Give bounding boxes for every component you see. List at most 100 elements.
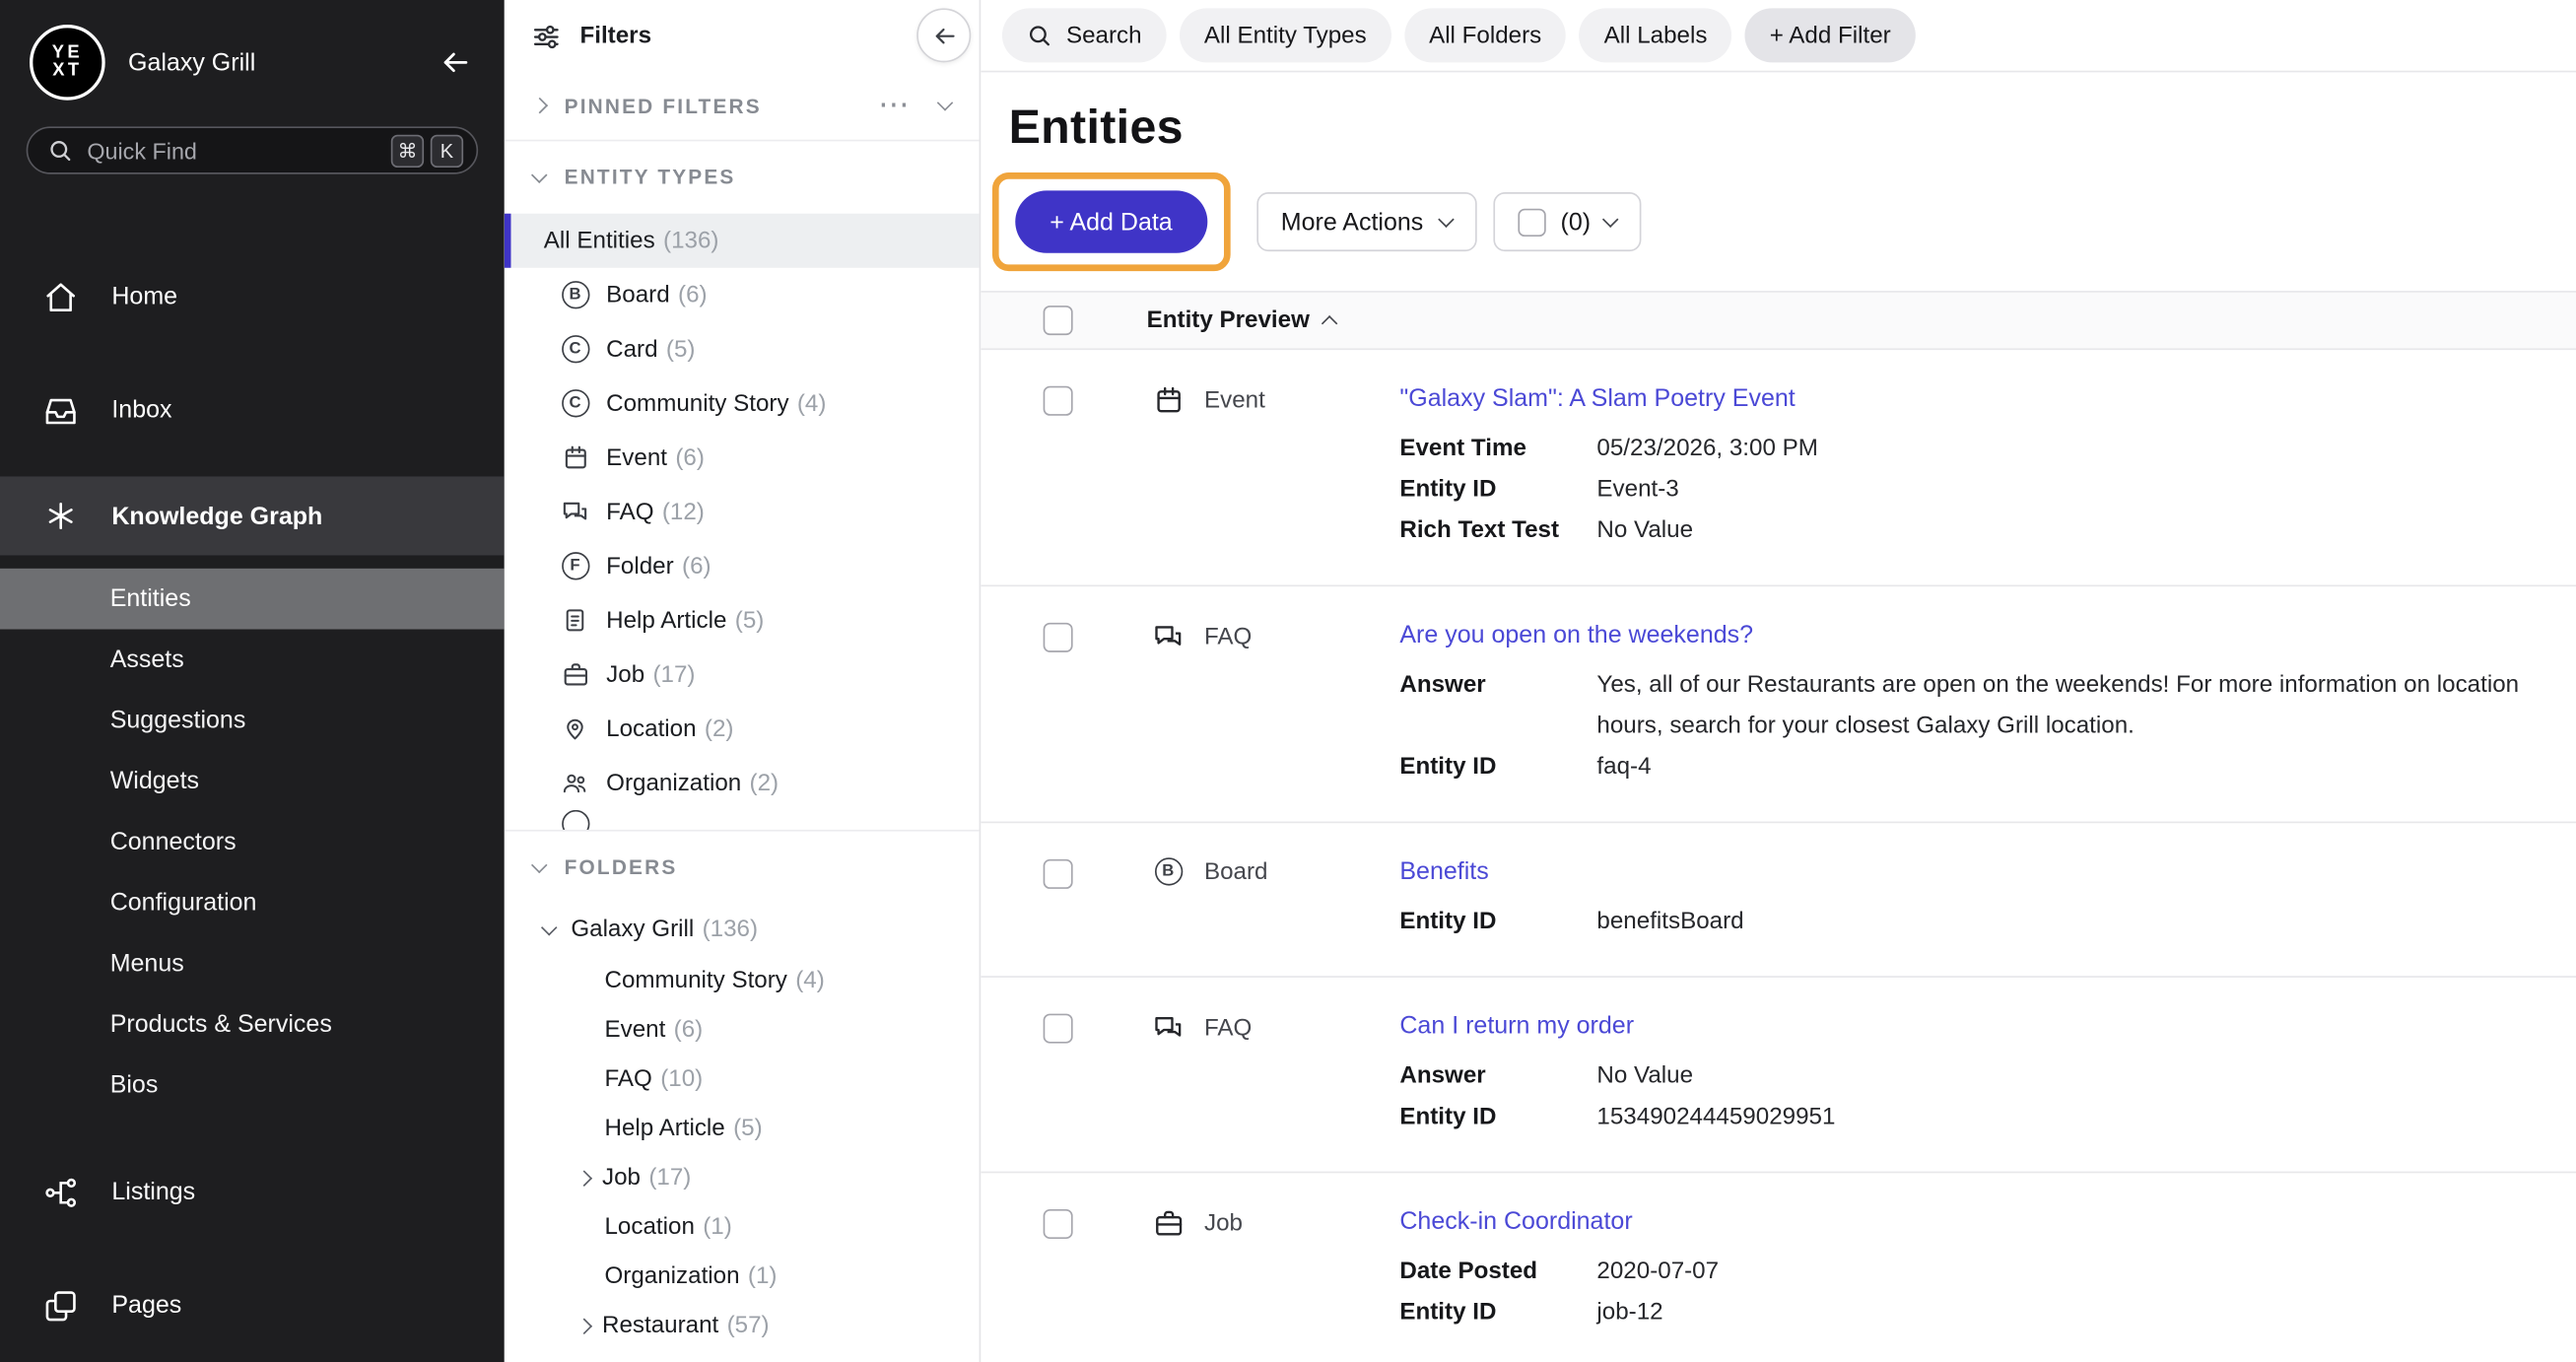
entity-type-card[interactable]: C Card (5) (505, 322, 980, 376)
pages-icon (41, 1286, 81, 1326)
row-checkbox[interactable] (1044, 859, 1073, 889)
sidebar-item-connectors[interactable]: Connectors (0, 812, 505, 873)
entity-type-folder[interactable]: F Folder (6) (505, 539, 980, 593)
yext-logo: YE XT (30, 25, 105, 101)
knowledge-graph-subnav: Entities Assets Suggestions Widgets Conn… (0, 569, 505, 1116)
faq-icon (1152, 621, 1185, 653)
table-header-row: Entity Preview (981, 291, 2576, 350)
entity-type-board[interactable]: B Board (6) (505, 268, 980, 322)
sidebar-item-widgets[interactable]: Widgets (0, 751, 505, 812)
entity-link[interactable]: Benefits (1399, 856, 1488, 889)
entity-type-cell: Event (1152, 384, 1400, 416)
folder-restaurant[interactable]: Restaurant (57) (505, 1301, 980, 1350)
actions-row: + Add Data More Actions (0) (1009, 172, 2576, 271)
entity-types-list: All Entities (136) B Board (6) C Card (5… (505, 214, 980, 830)
filter-pill-folders[interactable]: All Folders (1404, 8, 1566, 62)
folder-community-story[interactable]: Community Story (4) (505, 956, 980, 1005)
entity-link[interactable]: Can I return my order (1399, 1010, 1634, 1043)
chevron-down-icon[interactable] (937, 96, 952, 110)
chevron-down-icon (1603, 211, 1618, 226)
folder-faq[interactable]: FAQ (10) (505, 1055, 980, 1104)
chevron-up-icon (1322, 316, 1337, 331)
briefcase-icon (1152, 1207, 1185, 1239)
folder-icon: F (560, 552, 589, 579)
k-key-icon: K (431, 134, 463, 167)
add-data-button[interactable]: + Add Data (1015, 190, 1206, 252)
folder-location[interactable]: Location (1) (505, 1202, 980, 1252)
sidebar-item-products-services[interactable]: Products & Services (0, 994, 505, 1056)
entity-type-help-article[interactable]: Help Article (5) (505, 593, 980, 647)
arrow-left-icon (930, 23, 957, 49)
entity-type-community-story[interactable]: C Community Story (4) (505, 376, 980, 431)
entity-type-job[interactable]: Job (17) (505, 647, 980, 702)
sidebar-item-assets[interactable]: Assets (0, 629, 505, 690)
sidebar-header: YE XT Galaxy Grill (0, 0, 505, 101)
selection-count-button[interactable]: (0) (1493, 192, 1641, 251)
sidebar-item-knowledge-graph[interactable]: Knowledge Graph (0, 477, 505, 556)
chevron-down-icon (532, 856, 547, 871)
select-all-checkbox[interactable] (1518, 208, 1545, 236)
folder-organization[interactable]: Organization (1) (505, 1252, 980, 1301)
entity-link[interactable]: Are you open on the weekends? (1399, 619, 1753, 651)
briefcase-icon (560, 660, 589, 688)
entity-row: Job Check-in Coordinator Date Posted2020… (981, 1173, 2576, 1362)
app-window: YE XT Galaxy Grill ⌘ K Home (0, 0, 2576, 1362)
pinned-filters-section[interactable]: PINNED FILTERS ⋯ (505, 72, 980, 141)
calendar-icon (1152, 384, 1185, 416)
row-checkbox[interactable] (1044, 386, 1073, 416)
search-icon (47, 138, 72, 163)
header-checkbox[interactable] (1044, 306, 1073, 335)
document-icon (560, 606, 589, 634)
entity-link[interactable]: "Galaxy Slam": A Slam Poetry Event (1399, 382, 1795, 415)
sidebar-item-menus[interactable]: Menus (0, 933, 505, 994)
entity-type-faq[interactable]: FAQ (12) (505, 485, 980, 539)
quick-find[interactable]: ⌘ K (27, 126, 478, 174)
faq-icon (1152, 1012, 1185, 1045)
folders-section-header[interactable]: FOLDERS (505, 832, 980, 904)
inbox-icon (41, 390, 81, 430)
partial-circle-icon (560, 810, 589, 830)
sidebar-item-entities[interactable]: Entities (0, 569, 505, 630)
sidebar-item-configuration[interactable]: Configuration (0, 872, 505, 933)
page-title: Entities (1009, 102, 2576, 156)
filter-pill-labels[interactable]: All Labels (1580, 8, 1732, 62)
row-checkbox[interactable] (1044, 1014, 1073, 1044)
entity-type-all-entities[interactable]: All Entities (136) (505, 214, 980, 268)
collapse-sidebar-icon[interactable] (436, 42, 475, 82)
folder-job[interactable]: Job (17) (505, 1153, 980, 1202)
sidebar-item-home[interactable]: Home (0, 240, 505, 354)
entity-types-section-header[interactable]: ENTITY TYPES (505, 141, 980, 213)
row-checkbox[interactable] (1044, 623, 1073, 652)
more-options-icon[interactable]: ⋯ (878, 98, 911, 114)
quick-find-input[interactable] (87, 137, 384, 164)
filter-pill-entity-types[interactable]: All Entity Types (1180, 8, 1391, 62)
entity-type-event[interactable]: Event (6) (505, 431, 980, 485)
sort-entity-preview[interactable]: Entity Preview (1147, 307, 1335, 334)
sidebar-item-listings[interactable]: Listings (0, 1135, 505, 1249)
sidebar-item-bios[interactable]: Bios (0, 1055, 505, 1116)
entity-link[interactable]: Check-in Coordinator (1399, 1206, 1632, 1239)
entity-type-organization[interactable]: Organization (2) (505, 756, 980, 810)
entity-type-cell: FAQ (1152, 621, 1400, 653)
folder-help-article[interactable]: Help Article (5) (505, 1104, 980, 1153)
chevron-right-icon (532, 99, 547, 113)
entity-type-cell: B Board (1152, 857, 1400, 885)
cmd-key-icon: ⌘ (391, 134, 424, 167)
entity-row: B Board Benefits Entity IDbenefitsBoard (981, 823, 2576, 978)
sidebar-item-inbox[interactable]: Inbox (0, 354, 505, 467)
entity-row: Event "Galaxy Slam": A Slam Poetry Event… (981, 350, 2576, 586)
sidebar-item-suggestions[interactable]: Suggestions (0, 690, 505, 751)
search-button[interactable]: Search (1002, 8, 1167, 62)
add-filter-button[interactable]: + Add Filter (1745, 8, 1916, 62)
folder-galaxy-grill[interactable]: Galaxy Grill (136) (505, 904, 980, 956)
sidebar-item-pages[interactable]: Pages (0, 1249, 505, 1362)
filters-panel: Filters PINNED FILTERS ⋯ ENTITY TYPES Al… (505, 0, 981, 1362)
filters-header: Filters (505, 0, 980, 72)
row-checkbox[interactable] (1044, 1209, 1073, 1239)
more-actions-button[interactable]: More Actions (1256, 192, 1477, 251)
calendar-icon (560, 443, 589, 471)
chevron-right-icon (576, 1171, 591, 1186)
entity-type-location[interactable]: Location (2) (505, 702, 980, 756)
collapse-filters-button[interactable] (916, 8, 971, 62)
folder-event[interactable]: Event (6) (505, 1005, 980, 1055)
